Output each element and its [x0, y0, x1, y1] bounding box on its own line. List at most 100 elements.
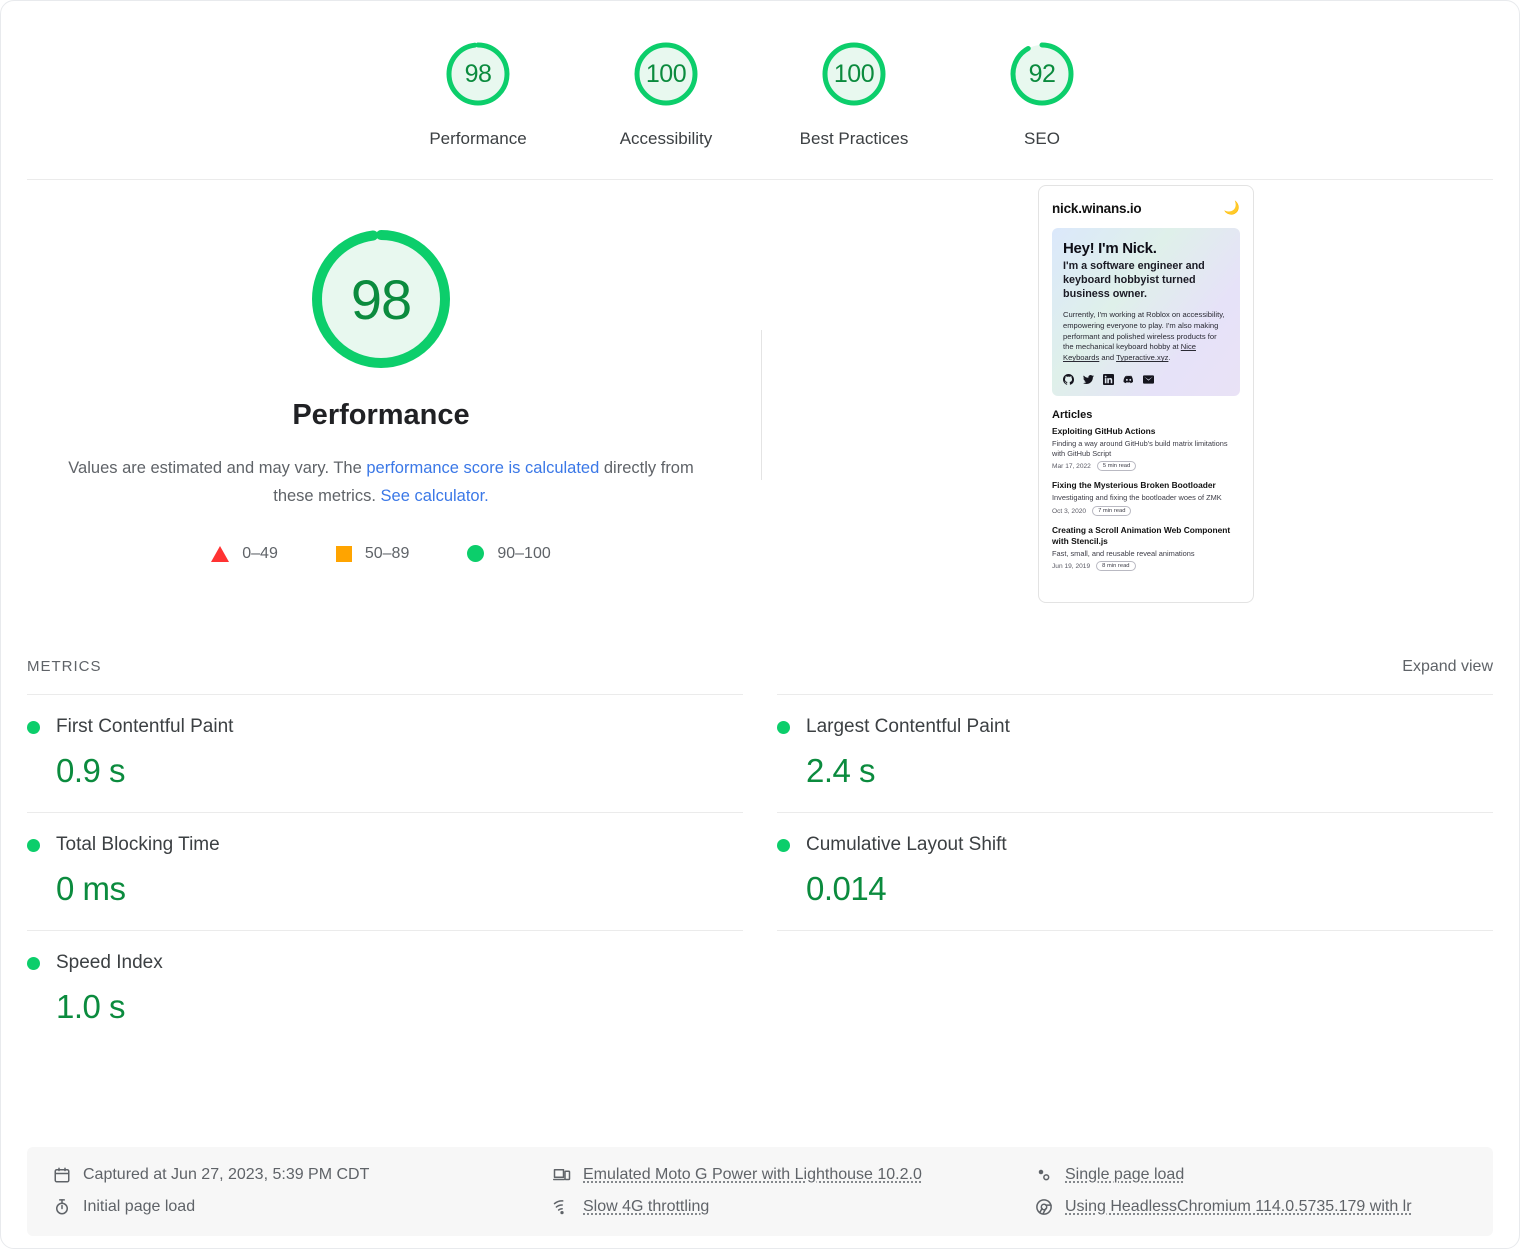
score-item-seo[interactable]: 92 SEO: [948, 39, 1136, 149]
calendar-icon: [54, 1167, 70, 1183]
environment-footer: Captured at Jun 27, 2023, 5:39 PM CDT In…: [27, 1147, 1493, 1236]
desc-text-1: Values are estimated and may vary. The: [68, 459, 367, 477]
linkedin-icon[interactable]: [1103, 374, 1114, 385]
gauge-seo: 92: [1007, 39, 1077, 109]
article-item[interactable]: Exploiting GitHub Actions Finding a way …: [1052, 426, 1240, 472]
metrics-header: METRICS Expand view: [1, 658, 1519, 676]
metric-value: 1.0 s: [56, 988, 126, 1025]
thumbnail-site-header: nick.winans.io 🌙: [1052, 200, 1240, 216]
score-label: Best Practices: [799, 129, 909, 148]
hero-body: Currently, I'm working at Roblox on acce…: [1063, 310, 1229, 364]
twitter-icon[interactable]: [1083, 374, 1094, 385]
page-title: Performance: [292, 399, 470, 431]
metric-value: 0.9 s: [56, 752, 126, 789]
see-calculator-link[interactable]: See calculator.: [381, 487, 489, 505]
metric-label: Speed Index: [56, 952, 163, 973]
gauge-value: 100: [645, 59, 687, 88]
score-item-best-practices[interactable]: 100 Best Practices: [760, 39, 948, 149]
email-icon[interactable]: [1143, 374, 1154, 385]
section-divider: [761, 330, 762, 480]
stopwatch-icon: [56, 1199, 68, 1215]
page-load-text[interactable]: Single page load: [1065, 1166, 1184, 1184]
metric-total-blocking-time[interactable]: Total Blocking Time 0 ms: [27, 812, 743, 930]
footer-column-capture: Captured at Jun 27, 2023, 5:39 PM CDT In…: [53, 1166, 553, 1216]
network-throttle-icon: [553, 1200, 564, 1215]
legend-range: 50–89: [364, 544, 410, 562]
user-agent-text[interactable]: Using HeadlessChromium 114.0.5735.179 wi…: [1065, 1198, 1412, 1216]
score-item-performance[interactable]: 98 Performance: [384, 39, 572, 149]
thumbnail-hero: Hey! I'm Nick. I'm a software engineer a…: [1052, 228, 1240, 396]
article-date: Mar 17, 2022: [1052, 462, 1091, 470]
footer-column-run: Single page load Using HeadlessChromium …: [1035, 1166, 1467, 1216]
triangle-icon: [211, 545, 230, 562]
legend-item-average: 50–89: [335, 544, 410, 563]
article-date: Jun 19, 2019: [1052, 562, 1091, 570]
article-title: Creating a Scroll Animation Web Componen…: [1052, 525, 1231, 546]
article-title: Exploiting GitHub Actions: [1052, 426, 1156, 436]
expand-view-button[interactable]: Expand view: [1402, 658, 1493, 676]
discord-icon[interactable]: [1123, 374, 1134, 385]
performance-section: 98 Performance Values are estimated and …: [1, 180, 1519, 658]
circle-icon: [467, 545, 485, 563]
captured-at-text: Captured at Jun 27, 2023, 5:39 PM CDT: [83, 1166, 370, 1183]
footer-initial-load: Initial page load: [53, 1198, 553, 1216]
hero-body-2: and: [1099, 353, 1117, 363]
article-read-time: 8 min read: [1096, 561, 1136, 572]
device-icon: [553, 1169, 571, 1181]
article-meta: Mar 17, 2022 5 min read: [1052, 461, 1240, 472]
gauge-value: 92: [1028, 59, 1056, 88]
gauge-performance: 98: [443, 39, 513, 109]
lighthouse-report-card: 98 Performance 100 Accessibility 100 Bes…: [0, 0, 1520, 1249]
gauge-value: 98: [350, 267, 412, 331]
score-label: SEO: [1024, 129, 1060, 148]
initial-load-text: Initial page load: [83, 1198, 196, 1215]
footer-column-device: Emulated Moto G Power with Lighthouse 10…: [553, 1166, 1035, 1216]
status-badge: [27, 720, 40, 734]
article-read-time: 7 min read: [1092, 506, 1132, 517]
score-item-accessibility[interactable]: 100 Accessibility: [572, 39, 760, 149]
article-item[interactable]: Fixing the Mysterious Broken Bootloader …: [1052, 480, 1240, 517]
throttling-text[interactable]: Slow 4G throttling: [583, 1198, 709, 1216]
chrome-icon: [1036, 1199, 1052, 1215]
hero-body-3: .: [1168, 353, 1171, 363]
metric-cumulative-layout-shift[interactable]: Cumulative Layout Shift 0.014: [777, 812, 1493, 930]
article-read-time: 5 min read: [1096, 461, 1137, 472]
metric-label: Total Blocking Time: [56, 834, 220, 855]
metric-speed-index[interactable]: Speed Index 1.0 s: [27, 930, 743, 1048]
score-legend: 0–49 50–89 90–100: [211, 544, 551, 563]
metrics-heading: METRICS: [27, 658, 102, 675]
footer-user-agent: Using HeadlessChromium 114.0.5735.179 wi…: [1035, 1198, 1467, 1216]
performance-score-link[interactable]: performance score is calculated: [366, 459, 599, 477]
performance-gauge-block: 98 Performance Values are estimated and …: [1, 180, 761, 563]
metric-value: 0 ms: [56, 870, 126, 907]
status-badge: [27, 956, 40, 970]
typeractive-link[interactable]: Typeractive.xyz: [1116, 353, 1168, 362]
gauge-value: 100: [833, 59, 875, 88]
metric-label: Largest Contentful Paint: [806, 716, 1010, 737]
score-label: Accessibility: [619, 129, 713, 148]
github-icon[interactable]: [1063, 374, 1074, 385]
hero-body-1: Currently, I'm working at Roblox on acce…: [1063, 310, 1225, 352]
metric-largest-contentful-paint[interactable]: Largest Contentful Paint 2.4 s: [777, 694, 1493, 812]
metric-value: 0.014: [806, 870, 887, 907]
metrics-grid: First Contentful Paint 0.9 s Largest Con…: [1, 694, 1519, 1048]
article-meta: Jun 19, 2019 8 min read: [1052, 561, 1240, 572]
article-desc: Finding a way around GitHub's build matr…: [1052, 438, 1228, 458]
gauge-accessibility: 100: [631, 39, 701, 109]
final-screenshot-thumbnail[interactable]: nick.winans.io 🌙 Hey! I'm Nick. I'm a so…: [1038, 185, 1254, 603]
article-item[interactable]: Creating a Scroll Animation Web Componen…: [1052, 525, 1240, 572]
performance-description: Values are estimated and may vary. The p…: [61, 454, 701, 511]
gauge-performance-large: 98: [305, 223, 457, 375]
footer-throttling: Slow 4G throttling: [553, 1198, 1035, 1216]
footer-emulation: Emulated Moto G Power with Lighthouse 10…: [553, 1166, 1035, 1184]
social-links: [1063, 374, 1229, 385]
footer-captured-at: Captured at Jun 27, 2023, 5:39 PM CDT: [53, 1166, 553, 1184]
legend-range: 0–49: [242, 544, 278, 562]
article-date: Oct 3, 2020: [1052, 507, 1087, 515]
metric-label: First Contentful Paint: [56, 716, 234, 737]
metric-first-contentful-paint[interactable]: First Contentful Paint 0.9 s: [27, 694, 743, 812]
emulation-text[interactable]: Emulated Moto G Power with Lighthouse 10…: [583, 1166, 922, 1184]
site-brand: nick.winans.io: [1052, 200, 1142, 216]
hero-subheading: I'm a software engineer and keyboard hob…: [1063, 260, 1205, 301]
status-badge: [777, 838, 790, 852]
